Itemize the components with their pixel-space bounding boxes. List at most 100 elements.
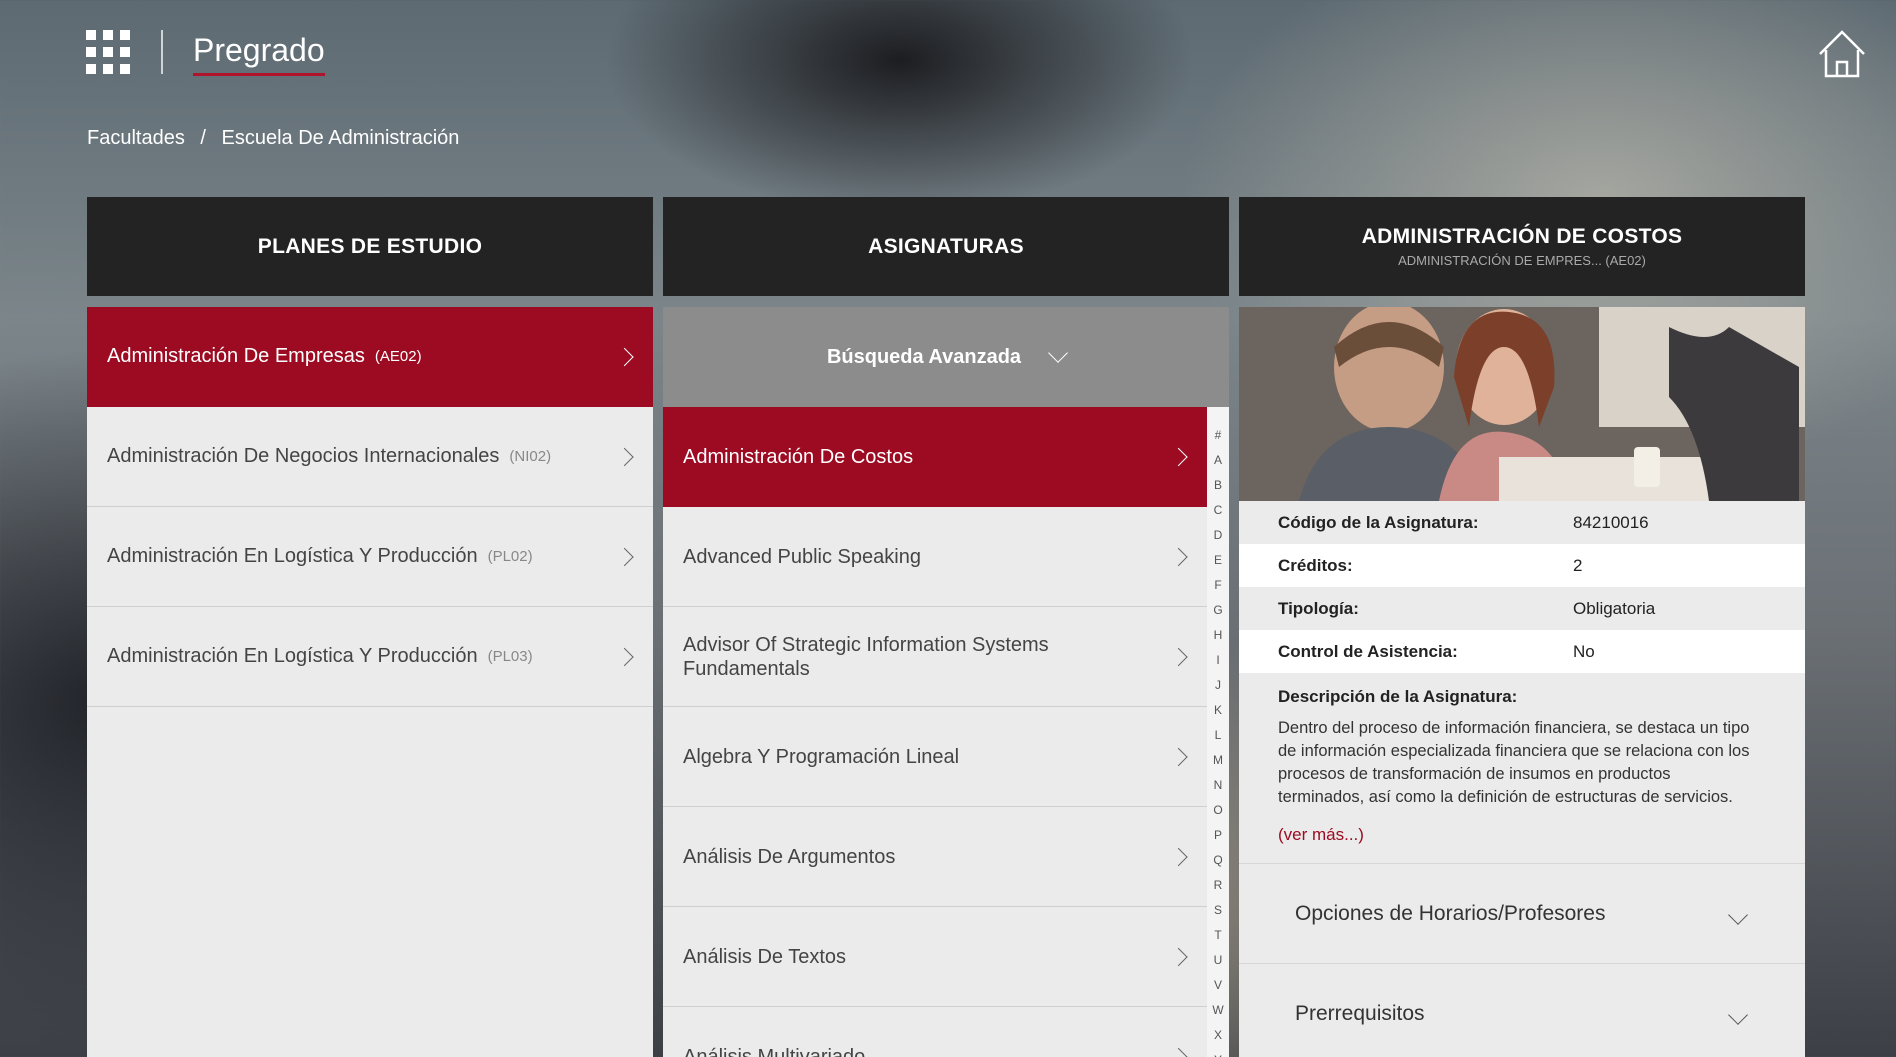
accordion-prerequisites[interactable]: Prerrequisitos bbox=[1239, 963, 1805, 1057]
alphabet-letter[interactable]: A bbox=[1214, 448, 1222, 473]
plans-column: PLANES DE ESTUDIO Administración De Empr… bbox=[87, 197, 653, 1057]
subject-item[interactable]: Administración De Costos bbox=[663, 407, 1207, 507]
detail-title: ADMINISTRACIÓN DE COSTOS bbox=[1361, 225, 1683, 248]
breadcrumb-escuela[interactable]: Escuela De Administración bbox=[222, 127, 460, 149]
field-label: Código de la Asignatura: bbox=[1278, 512, 1479, 532]
subject-item[interactable]: Algebra Y Programación Lineal bbox=[663, 707, 1207, 807]
subjects-column: ASIGNATURAS Búsqueda Avanzada Administra… bbox=[663, 197, 1229, 1057]
alphabet-letter[interactable]: H bbox=[1214, 623, 1223, 648]
alphabet-letter[interactable]: J bbox=[1215, 673, 1221, 698]
apps-grid-icon[interactable] bbox=[86, 30, 134, 74]
alphabet-letter[interactable]: W bbox=[1212, 998, 1223, 1023]
breadcrumb: Facultades / Escuela De Administración bbox=[87, 127, 469, 150]
subjects-header: ASIGNATURAS bbox=[663, 197, 1229, 296]
alphabet-letter[interactable]: K bbox=[1214, 698, 1222, 723]
plan-code: (PL03) bbox=[487, 648, 533, 665]
subject-item[interactable]: Advisor Of Strategic Information Systems… bbox=[663, 607, 1207, 707]
alphabet-letter[interactable]: R bbox=[1214, 873, 1223, 898]
plan-label: Administración En Logística Y Producción bbox=[107, 545, 478, 567]
field-label: Tipología: bbox=[1278, 598, 1359, 618]
plan-label: Administración De Empresas bbox=[107, 345, 365, 367]
subject-label: Administración De Costos bbox=[683, 445, 914, 468]
course-details: Código de la Asignatura: 84210016 Crédit… bbox=[1239, 501, 1805, 1057]
alphabet-letter[interactable]: # bbox=[1215, 423, 1222, 448]
plan-item-pl02[interactable]: Administración En Logística Y Producción… bbox=[87, 507, 653, 607]
top-bar: Pregrado bbox=[0, 0, 1896, 110]
detail-column: ADMINISTRACIÓN DE COSTOS ADMINISTRACIÓN … bbox=[1239, 197, 1805, 1057]
alphabet-letter[interactable]: C bbox=[1214, 498, 1223, 523]
description-text: Dentro del proceso de información financ… bbox=[1278, 719, 1750, 806]
plans-list: Administración De Empresas (AE02) Admini… bbox=[87, 307, 653, 1057]
home-icon[interactable] bbox=[1814, 26, 1870, 82]
subjects-list: Administración De Costos Advanced Public… bbox=[663, 407, 1207, 1057]
detail-row-code: Código de la Asignatura: 84210016 bbox=[1239, 501, 1805, 544]
alphabet-letter[interactable]: D bbox=[1214, 523, 1223, 548]
plan-item-pl03[interactable]: Administración En Logística Y Producción… bbox=[87, 607, 653, 707]
accordion-label: Prerrequisitos bbox=[1295, 1001, 1425, 1025]
course-photo bbox=[1239, 307, 1805, 501]
header-divider bbox=[161, 30, 163, 74]
accordion-label: Opciones de Horarios/Profesores bbox=[1295, 901, 1606, 925]
subject-label: Advisor Of Strategic Information Systems… bbox=[683, 633, 1049, 680]
subject-item[interactable]: Análisis Multivariado bbox=[663, 1007, 1207, 1057]
alphabet-letter[interactable]: S bbox=[1214, 898, 1222, 923]
chevron-right-icon bbox=[1169, 547, 1188, 566]
alphabet-letter[interactable]: G bbox=[1213, 598, 1222, 623]
detail-subtitle: ADMINISTRACIÓN DE EMPRES... (AE02) bbox=[1398, 253, 1646, 268]
plan-item-ni02[interactable]: Administración De Negocios Internacional… bbox=[87, 407, 653, 507]
breadcrumb-separator: / bbox=[200, 127, 206, 149]
course-photo-illustration bbox=[1239, 307, 1805, 501]
alphabet-letter[interactable]: V bbox=[1214, 973, 1222, 998]
plan-item-ae02[interactable]: Administración De Empresas (AE02) bbox=[87, 307, 653, 407]
page-title[interactable]: Pregrado bbox=[193, 32, 325, 76]
plan-label: Administración De Negocios Internacional… bbox=[107, 445, 500, 467]
subject-item[interactable]: Advanced Public Speaking bbox=[663, 507, 1207, 607]
plans-heading: PLANES DE ESTUDIO bbox=[257, 234, 483, 258]
accordion-schedules[interactable]: Opciones de Horarios/Profesores bbox=[1239, 863, 1805, 963]
alphabet-letter[interactable]: I bbox=[1216, 648, 1219, 673]
chevron-right-icon bbox=[1169, 447, 1188, 466]
alphabet-letter[interactable]: F bbox=[1214, 573, 1221, 598]
alphabet-letter[interactable]: U bbox=[1214, 948, 1223, 973]
plan-code: (PL02) bbox=[487, 548, 533, 565]
chevron-down-icon bbox=[1728, 905, 1748, 925]
subject-label: Análisis De Argumentos bbox=[683, 845, 896, 868]
chevron-right-icon bbox=[1169, 1047, 1188, 1057]
detail-row-type: Tipología: Obligatoria bbox=[1239, 587, 1805, 630]
subjects-heading: ASIGNATURAS bbox=[868, 234, 1024, 258]
alphabet-index: #ABCDEFGHIJKLMNOPQRSTUVWXY bbox=[1207, 407, 1229, 1057]
alphabet-letter[interactable]: E bbox=[1214, 548, 1222, 573]
chevron-right-icon bbox=[1169, 947, 1188, 966]
chevron-right-icon bbox=[615, 447, 634, 466]
advanced-search-toggle[interactable]: Búsqueda Avanzada bbox=[663, 307, 1229, 407]
field-value: No bbox=[1573, 641, 1595, 661]
alphabet-letter[interactable]: T bbox=[1214, 923, 1221, 948]
alphabet-letter[interactable]: M bbox=[1213, 748, 1223, 773]
chevron-right-icon bbox=[1169, 847, 1188, 866]
alphabet-letter[interactable]: B bbox=[1214, 473, 1222, 498]
subject-item[interactable]: Análisis De Textos bbox=[663, 907, 1207, 1007]
alphabet-letter[interactable]: P bbox=[1214, 823, 1222, 848]
breadcrumb-facultades[interactable]: Facultades bbox=[87, 127, 185, 149]
alphabet-letter[interactable]: L bbox=[1215, 723, 1222, 748]
field-label: Créditos: bbox=[1278, 555, 1353, 575]
alphabet-letter[interactable]: Q bbox=[1213, 848, 1222, 873]
alphabet-letter[interactable]: O bbox=[1213, 798, 1222, 823]
chevron-right-icon bbox=[1169, 647, 1188, 666]
detail-header: ADMINISTRACIÓN DE COSTOS ADMINISTRACIÓN … bbox=[1239, 197, 1805, 296]
see-more-link[interactable]: (ver más...) bbox=[1239, 811, 1805, 863]
advanced-search-label: Búsqueda Avanzada bbox=[826, 345, 1022, 368]
alphabet-letter[interactable]: Y bbox=[1214, 1048, 1222, 1057]
field-label: Control de Asistencia: bbox=[1278, 641, 1458, 661]
subject-item[interactable]: Análisis De Argumentos bbox=[663, 807, 1207, 907]
field-value: 84210016 bbox=[1573, 512, 1649, 532]
description-title: Descripción de la Asignatura: bbox=[1278, 687, 1518, 706]
detail-row-attendance: Control de Asistencia: No bbox=[1239, 630, 1805, 673]
alphabet-letter[interactable]: N bbox=[1214, 773, 1223, 798]
subject-label: Advanced Public Speaking bbox=[683, 545, 921, 568]
alphabet-letter[interactable]: X bbox=[1214, 1023, 1222, 1048]
field-value: 2 bbox=[1573, 555, 1583, 575]
subject-label: Análisis Multivariado bbox=[683, 1045, 866, 1057]
chevron-right-icon bbox=[615, 647, 634, 666]
chevron-right-icon bbox=[1169, 747, 1188, 766]
